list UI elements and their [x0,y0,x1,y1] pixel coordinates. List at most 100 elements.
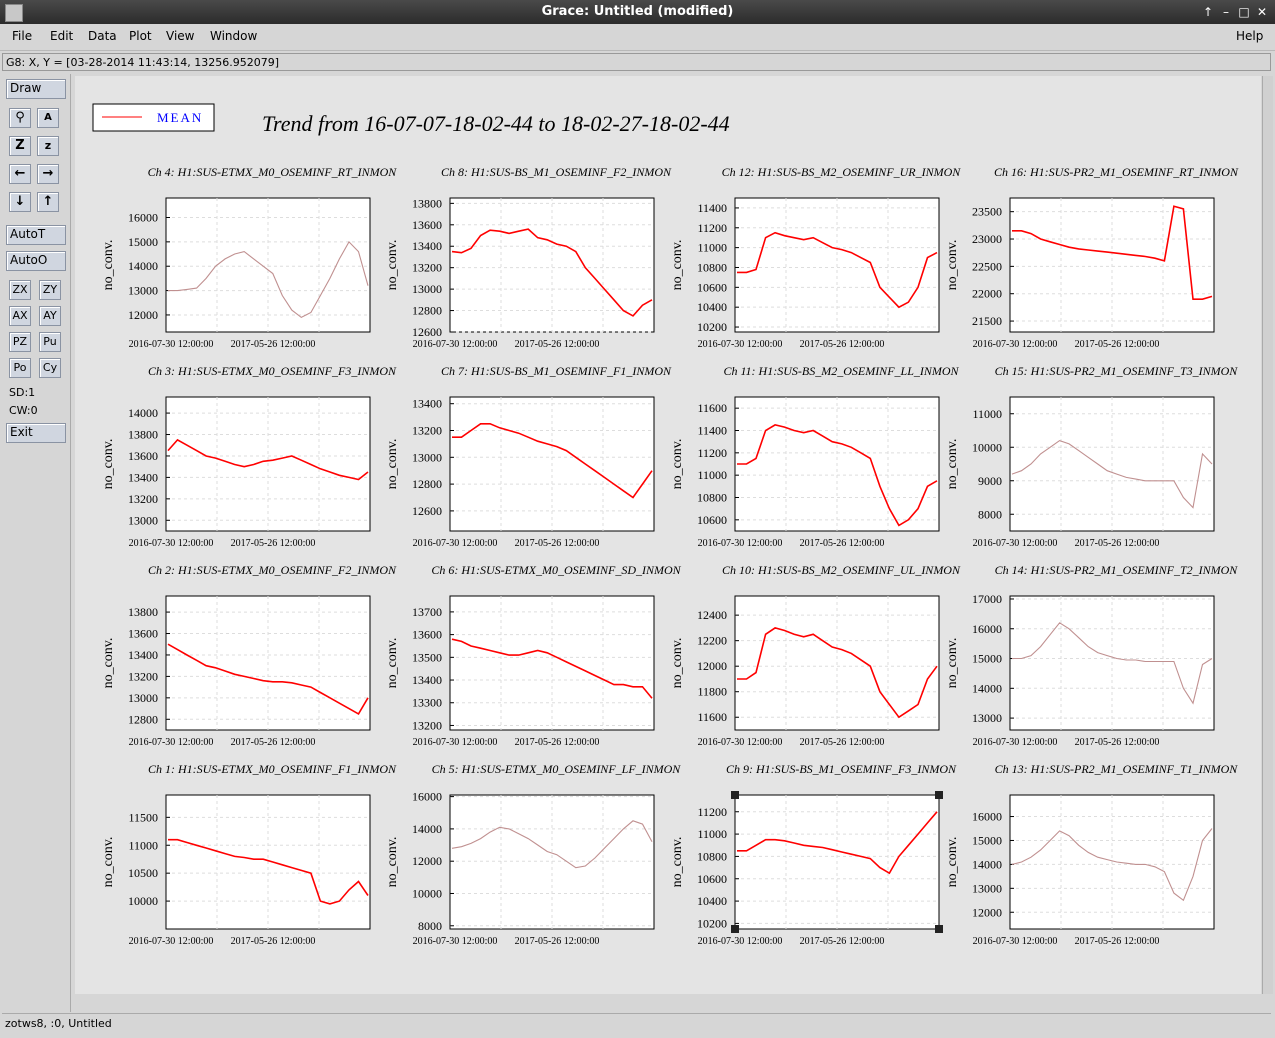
arrow-down-icon[interactable]: ↓ [9,192,31,212]
plot-canvas[interactable]: MEAN Trend from 16-07-07-18-02-44 to 18-… [75,76,1261,994]
y-axis-label: no_conv. [945,240,960,291]
ax-button[interactable]: AX [9,306,31,326]
x-tick-label: 2016-07-30 12:00:00 [129,936,214,947]
y-tick-label: 13300 [412,696,442,710]
pz-button[interactable]: PZ [9,332,31,352]
graph-2[interactable]: Ch 8: H1:SUS-BS_M1_OSEMINF_F2_INMON 13800… [385,165,672,350]
window-titlebar[interactable]: Grace: Untitled (modified) ↑ – □ ✕ [0,0,1275,24]
x-tick-label: 2017-05-26 12:00:00 [800,538,885,549]
x-tick-label: 2017-05-26 12:00:00 [231,737,316,748]
minimize-icon[interactable]: – [1218,4,1234,20]
y-tick-label: 11200 [697,221,727,235]
y-axis-label: no_conv. [385,837,400,888]
y-tick-label: 12600 [412,325,442,339]
y-tick-label: 11000 [128,838,158,852]
y-tick-label: 13800 [412,196,442,210]
window-title: Grace: Untitled (modified) [541,4,734,19]
menu-file[interactable]: File [12,29,32,43]
maximize-icon[interactable]: □ [1236,4,1252,20]
graph-3[interactable]: Ch 12: H1:SUS-BS_M2_OSEMINF_UR_INMON 1140… [670,165,961,350]
menu-data[interactable]: Data [88,29,117,43]
graph-title: Ch 7: H1:SUS-BS_M1_OSEMINF_F1_INMON [441,364,672,378]
y-tick-label: 14000 [128,259,158,273]
magnify-icon[interactable]: ⚲ [9,108,31,128]
graph-title: Ch 1: H1:SUS-ETMX_M0_OSEMINF_F1_INMON [148,762,397,776]
menu-plot[interactable]: Plot [129,29,152,43]
y-tick-label: 10800 [697,491,727,505]
graph-7[interactable]: Ch 11: H1:SUS-BS_M2_OSEMINF_LL_INMON 1160… [670,364,960,549]
y-tick-label: 14000 [128,406,158,420]
y-tick-label: 14000 [972,857,1002,871]
menu-view[interactable]: View [166,29,194,43]
y-tick-label: 23500 [972,205,1002,219]
y-axis-label: no_conv. [385,439,400,490]
legend-box[interactable]: MEAN [92,103,215,132]
y-tick-label: 13000 [972,881,1002,895]
y-tick-label: 13200 [128,669,158,683]
graph-9[interactable]: Ch 2: H1:SUS-ETMX_M0_OSEMINF_F2_INMON 138… [101,563,397,748]
autoscale-text-icon[interactable]: A [37,108,59,128]
graph-14[interactable]: Ch 5: H1:SUS-ETMX_M0_OSEMINF_LF_INMON 160… [385,762,681,947]
graph-1[interactable]: Ch 4: H1:SUS-ETMX_M0_OSEMINF_RT_INMON 160… [101,165,397,350]
autoo-button[interactable]: AutoO [6,251,66,271]
graph-title: Ch 9: H1:SUS-BS_M1_OSEMINF_F3_INMON [726,762,957,776]
arrow-right-icon[interactable]: → [37,164,59,184]
graph-page[interactable]: MEAN Trend from 16-07-07-18-02-44 to 18-… [75,76,1261,994]
cy-button[interactable]: Cy [39,358,61,378]
y-tick-label: 11000 [697,468,727,482]
graph-5[interactable]: Ch 3: H1:SUS-ETMX_M0_OSEMINF_F3_INMON 140… [101,364,397,549]
exit-button[interactable]: Exit [6,423,66,443]
vertical-scrollbar[interactable] [1262,76,1273,994]
graph-12[interactable]: Ch 14: H1:SUS-PR2_M1_OSEMINF_T2_INMON 170… [945,563,1238,748]
y-axis-label: no_conv. [670,638,685,689]
close-icon[interactable]: ✕ [1254,4,1270,20]
x-tick-label: 2017-05-26 12:00:00 [1075,737,1160,748]
menubar: File Edit Data Plot View Window Help [0,24,1275,51]
graph-11[interactable]: Ch 10: H1:SUS-BS_M2_OSEMINF_UL_INMON 1240… [670,563,961,748]
menu-window[interactable]: Window [210,29,257,43]
zoom-small-z-icon[interactable]: z [37,136,59,156]
y-tick-label: 12600 [412,504,442,518]
graph-6[interactable]: Ch 7: H1:SUS-BS_M1_OSEMINF_F1_INMON 13400… [385,364,672,549]
x-tick-label: 2017-05-26 12:00:00 [1075,339,1160,350]
y-axis-label: no_conv. [385,240,400,291]
arrow-up-icon[interactable]: ↑ [37,192,59,212]
x-tick-label: 2017-05-26 12:00:00 [800,737,885,748]
po-button[interactable]: Po [9,358,31,378]
pu-button[interactable]: Pu [39,332,61,352]
selection-handle[interactable] [731,925,739,933]
y-tick-label: 9000 [978,474,1002,488]
draw-button[interactable]: Draw [6,79,66,99]
ay-button[interactable]: AY [39,306,61,326]
pin-icon[interactable]: ↑ [1200,4,1216,20]
selection-handle[interactable] [935,925,943,933]
y-tick-label: 16000 [412,790,442,804]
y-tick-label: 8000 [418,919,442,933]
graph-13[interactable]: Ch 1: H1:SUS-ETMX_M0_OSEMINF_F1_INMON 115… [101,762,397,947]
graph-15[interactable]: Ch 9: H1:SUS-BS_M1_OSEMINF_F3_INMON 11200… [670,762,957,947]
graph-10[interactable]: Ch 6: H1:SUS-ETMX_M0_OSEMINF_SD_INMON 137… [385,563,682,748]
arrow-left-icon[interactable]: ← [9,164,31,184]
selection-handle[interactable] [935,791,943,799]
autot-button[interactable]: AutoT [6,225,66,245]
y-tick-label: 10600 [697,280,727,294]
y-tick-label: 13400 [412,673,442,687]
zy-button[interactable]: ZY [39,280,61,300]
zx-button[interactable]: ZX [9,280,31,300]
y-tick-label: 13600 [412,218,442,232]
x-tick-label: 2017-05-26 12:00:00 [515,339,600,350]
y-tick-label: 13400 [412,397,442,411]
y-tick-label: 11200 [697,446,727,460]
menu-edit[interactable]: Edit [50,29,73,43]
menu-help[interactable]: Help [1236,29,1263,43]
graph-8[interactable]: Ch 15: H1:SUS-PR2_M1_OSEMINF_T3_INMON 110… [945,364,1238,549]
zoom-z-icon[interactable]: Z [9,136,31,156]
y-tick-label: 10400 [697,894,727,908]
y-axis-label: no_conv. [385,638,400,689]
y-tick-label: 12800 [128,712,158,726]
graph-16[interactable]: Ch 13: H1:SUS-PR2_M1_OSEMINF_T1_INMON 160… [945,762,1238,947]
y-tick-label: 11600 [697,710,727,724]
selection-handle[interactable] [731,791,739,799]
graph-4[interactable]: Ch 16: H1:SUS-PR2_M1_OSEMINF_RT_INMON 235… [945,165,1239,350]
legend-label: MEAN [157,110,203,125]
